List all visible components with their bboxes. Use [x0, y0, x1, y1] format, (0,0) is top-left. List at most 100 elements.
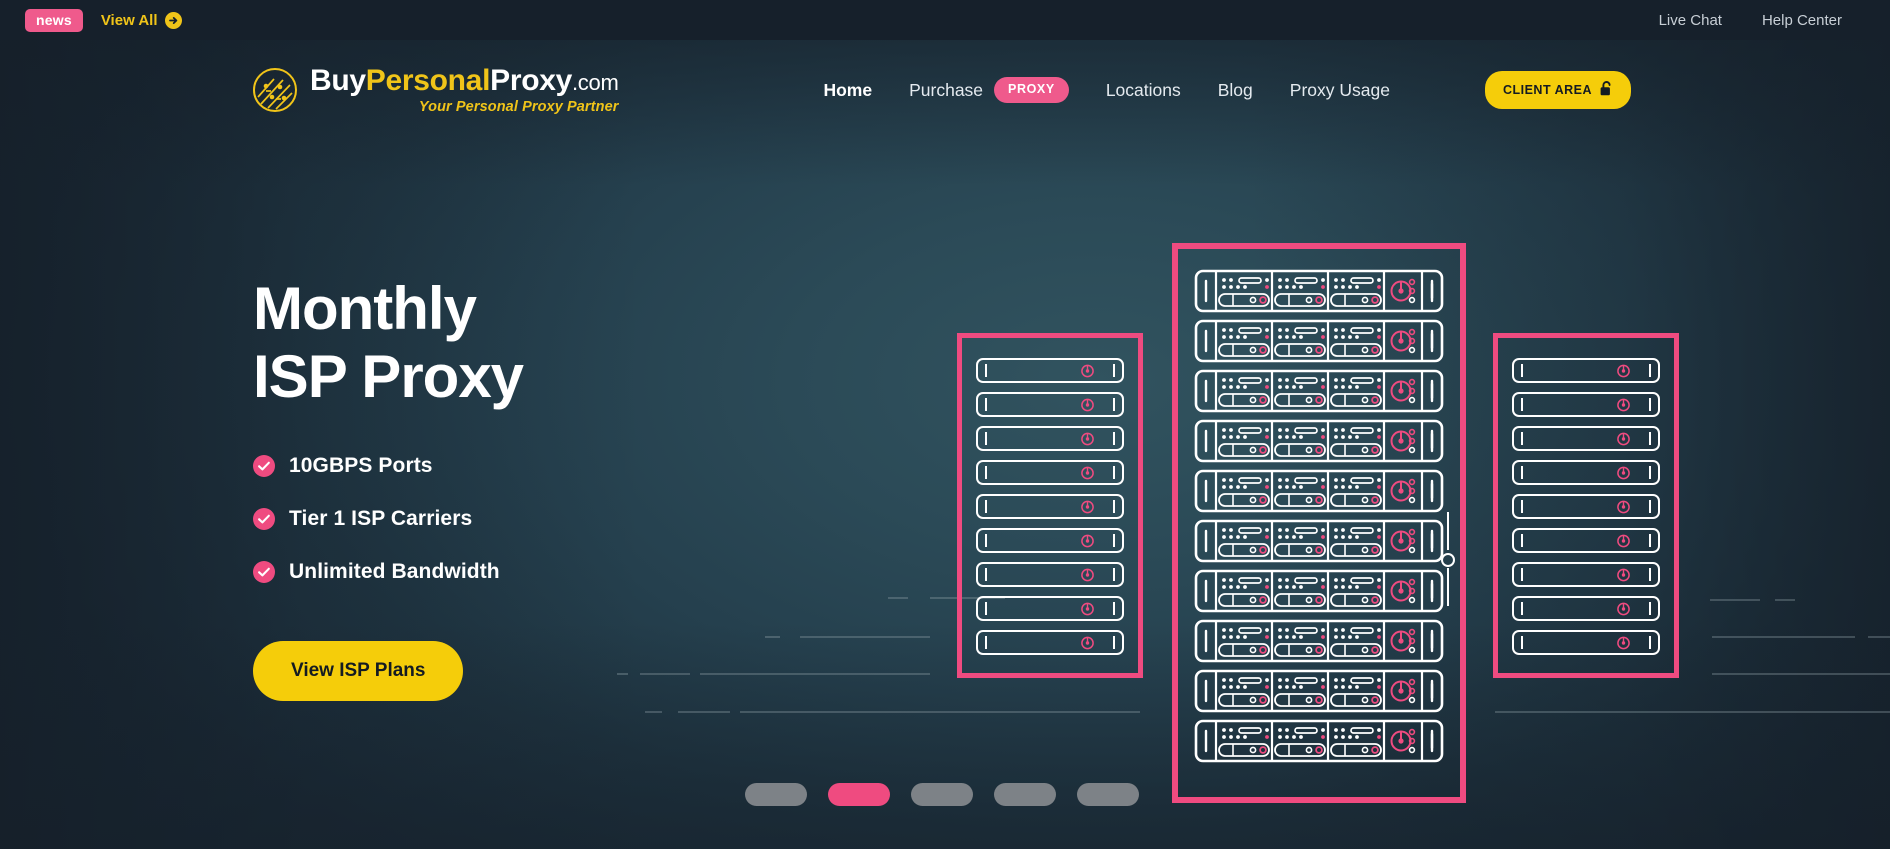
feature-item: Unlimited Bandwidth — [253, 560, 523, 584]
power-led-icon — [1081, 636, 1094, 649]
headline-line-1: Monthly — [253, 275, 477, 342]
rack-unit — [1194, 569, 1444, 613]
rack-unit — [976, 630, 1124, 655]
power-led-icon — [1617, 364, 1630, 377]
rack-unit — [1512, 358, 1660, 383]
power-led-icon — [1081, 534, 1094, 547]
rack-unit — [1512, 562, 1660, 587]
rack-unit — [976, 528, 1124, 553]
hero-copy: Monthly ISP Proxy 10GBPS Ports Tier 1 IS… — [253, 275, 524, 701]
check-circle-icon — [253, 560, 275, 583]
rack-unit — [976, 392, 1124, 417]
rack-unit — [1512, 460, 1660, 485]
logo-text: BuyPersonalProxy.com Your Personal Proxy… — [310, 63, 619, 115]
carousel-dot-1[interactable] — [745, 783, 807, 806]
headline-line-2: ISP Proxy — [253, 343, 524, 411]
feature-list: 10GBPS Ports Tier 1 ISP Carriers Unlimit… — [253, 454, 523, 584]
power-led-icon — [1617, 500, 1630, 513]
live-chat-link[interactable]: Live Chat — [1659, 12, 1722, 29]
carousel-indicators — [745, 783, 1139, 806]
rack-unit — [1512, 426, 1660, 451]
utility-bar-left: news View All — [25, 8, 182, 32]
feature-label: Unlimited Bandwidth — [289, 559, 500, 583]
view-isp-plans-button[interactable]: View ISP Plans — [253, 640, 464, 701]
rack-unit — [1194, 319, 1444, 363]
feature-item: Tier 1 ISP Carriers — [253, 507, 523, 531]
logo-title: BuyPersonalProxy.com — [310, 63, 619, 97]
power-led-icon — [1617, 602, 1630, 615]
rack-right — [1493, 333, 1679, 678]
logo-part-personal: Personal — [365, 63, 491, 97]
logo-part-proxy: Proxy — [490, 63, 572, 97]
rack-unit — [1512, 528, 1660, 553]
arrow-right-circle-icon — [164, 11, 182, 29]
rack-unit — [1194, 419, 1444, 463]
main-navigation: Home Purchase PROXY Locations Blog Proxy… — [823, 71, 1632, 109]
nav-item-proxy-usage[interactable]: Proxy Usage — [1290, 80, 1390, 101]
rack-unit — [1512, 494, 1660, 519]
utility-bar-right: Live Chat Help Center — [1659, 12, 1842, 29]
power-led-icon — [1081, 466, 1094, 479]
rack-unit — [976, 460, 1124, 485]
unlock-padlock-icon — [1600, 81, 1613, 99]
power-led-icon — [1617, 636, 1630, 649]
rack-unit — [1194, 269, 1444, 313]
rack-unit — [1512, 630, 1660, 655]
rack-unit — [1194, 369, 1444, 413]
rack-unit — [1194, 719, 1444, 763]
carousel-dot-5[interactable] — [1077, 783, 1139, 806]
rack-unit — [976, 358, 1124, 383]
client-area-button[interactable]: CLIENT AREA — [1484, 71, 1632, 109]
utility-bar: news View All Live Chat Help Center — [0, 0, 1890, 40]
masthead: BuyPersonalProxy.com Your Personal Proxy… — [0, 40, 1890, 140]
page-title: Monthly ISP Proxy — [253, 275, 524, 412]
power-led-icon — [1081, 398, 1094, 411]
rack-unit — [976, 494, 1124, 519]
news-badge: news — [25, 8, 83, 32]
rack-unit — [1194, 619, 1444, 663]
circuit-globe-icon — [252, 67, 298, 113]
help-center-link[interactable]: Help Center — [1762, 12, 1842, 29]
rack-center — [1172, 243, 1466, 803]
power-led-icon — [1617, 466, 1630, 479]
nav-item-home[interactable]: Home — [823, 80, 872, 101]
rack-unit — [1512, 596, 1660, 621]
logo-tagline: Your Personal Proxy Partner — [418, 98, 619, 115]
power-led-icon — [1617, 568, 1630, 581]
feature-item: 10GBPS Ports — [253, 454, 523, 478]
view-all-label: View All — [100, 11, 158, 29]
power-led-icon — [1081, 432, 1094, 445]
rack-unit — [1512, 392, 1660, 417]
rack-unit — [1194, 519, 1444, 563]
power-led-icon — [1617, 398, 1630, 411]
rack-unit — [976, 562, 1124, 587]
feature-label: Tier 1 ISP Carriers — [289, 506, 473, 530]
carousel-dot-3[interactable] — [911, 783, 973, 806]
rack-unit — [976, 596, 1124, 621]
power-led-icon — [1081, 500, 1094, 513]
check-circle-icon — [253, 454, 275, 477]
power-led-icon — [1081, 364, 1094, 377]
feature-label: 10GBPS Ports — [289, 453, 433, 477]
client-area-label: CLIENT AREA — [1502, 83, 1593, 97]
power-led-icon — [1617, 432, 1630, 445]
proxy-badge: PROXY — [994, 77, 1069, 103]
power-led-icon — [1081, 602, 1094, 615]
nav-item-blog[interactable]: Blog — [1218, 80, 1253, 101]
rack-left — [957, 333, 1143, 678]
view-all-link[interactable]: View All — [100, 11, 182, 29]
power-led-icon — [1081, 568, 1094, 581]
carousel-dot-4[interactable] — [994, 783, 1056, 806]
rack-unit — [976, 426, 1124, 451]
logo-part-tld: .com — [572, 69, 619, 95]
check-circle-icon — [253, 507, 275, 530]
carousel-dot-2[interactable] — [828, 783, 890, 806]
site-logo[interactable]: BuyPersonalProxy.com Your Personal Proxy… — [252, 63, 619, 115]
nav-item-purchase[interactable]: Purchase PROXY — [909, 77, 1069, 103]
rack-unit — [1194, 469, 1444, 513]
power-led-icon — [1617, 534, 1630, 547]
logo-part-buy: Buy — [310, 63, 366, 97]
nav-item-purchase-label[interactable]: Purchase — [909, 80, 983, 101]
hero-section: BuyPersonalProxy.com Your Personal Proxy… — [0, 40, 1890, 849]
nav-item-locations[interactable]: Locations — [1106, 80, 1181, 101]
